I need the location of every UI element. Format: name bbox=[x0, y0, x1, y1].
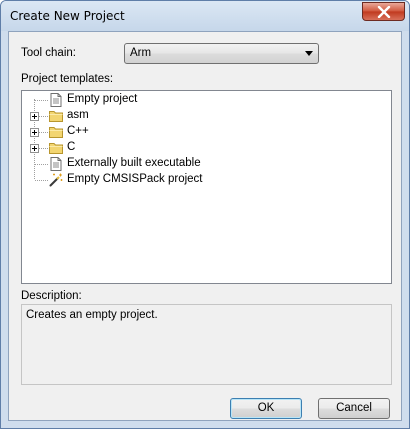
tree-item-label: C bbox=[67, 141, 76, 153]
expand-icon[interactable] bbox=[30, 144, 39, 153]
title-bar[interactable]: Create New Project bbox=[1, 1, 409, 31]
expand-icon[interactable] bbox=[30, 112, 39, 121]
toolchain-value: Arm bbox=[130, 47, 152, 59]
create-new-project-dialog: Create New Project Tool chain: Arm Proje… bbox=[0, 0, 410, 429]
tree-item-c[interactable]: C bbox=[22, 140, 391, 156]
folder-icon bbox=[49, 143, 63, 154]
description-text: Creates an empty project. bbox=[26, 309, 158, 321]
tree-item-empty-cmsispack-project[interactable]: Empty CMSISPack project bbox=[22, 172, 391, 188]
document-icon bbox=[50, 157, 62, 171]
tree-item-label: asm bbox=[67, 109, 89, 121]
toolchain-select[interactable]: Arm bbox=[124, 43, 319, 64]
folder-icon bbox=[49, 111, 63, 122]
tree-connector-line bbox=[39, 132, 48, 133]
tree-connector-line bbox=[35, 180, 48, 181]
window-title: Create New Project bbox=[10, 9, 125, 23]
description-label: Description: bbox=[21, 290, 82, 302]
tree-item-cpp[interactable]: C++ bbox=[22, 124, 391, 140]
close-button[interactable] bbox=[362, 2, 405, 21]
document-icon bbox=[50, 93, 62, 107]
tree-item-empty-project[interactable]: Empty project bbox=[22, 92, 391, 108]
close-icon bbox=[377, 6, 391, 18]
magic-wand-icon bbox=[49, 173, 63, 187]
description-box: Creates an empty project. bbox=[21, 304, 392, 385]
tree-item-label: Empty project bbox=[67, 93, 138, 105]
toolchain-label: Tool chain: bbox=[21, 47, 76, 59]
tree-item-label: Externally built executable bbox=[67, 157, 201, 169]
tree-item-asm[interactable]: asm bbox=[22, 108, 391, 124]
ok-button[interactable]: OK bbox=[230, 398, 302, 419]
folder-icon bbox=[49, 127, 63, 138]
cancel-button[interactable]: Cancel bbox=[318, 398, 390, 419]
tree-connector-line bbox=[35, 164, 48, 165]
tree-item-label: Empty CMSISPack project bbox=[67, 173, 203, 185]
tree-item-externally-built-executable[interactable]: Externally built executable bbox=[22, 156, 391, 172]
chevron-down-icon bbox=[305, 51, 313, 56]
tree-connector-line bbox=[35, 100, 48, 101]
tree-connector-line bbox=[39, 148, 48, 149]
dialog-body: Tool chain: Arm Project templates: Empty… bbox=[8, 31, 402, 421]
project-templates-label: Project templates: bbox=[21, 73, 114, 85]
project-templates-tree[interactable]: Empty project asm C++ C Externally built… bbox=[21, 90, 392, 284]
tree-connector-line bbox=[39, 116, 48, 117]
tree-item-label: C++ bbox=[67, 125, 89, 137]
expand-icon[interactable] bbox=[30, 128, 39, 137]
